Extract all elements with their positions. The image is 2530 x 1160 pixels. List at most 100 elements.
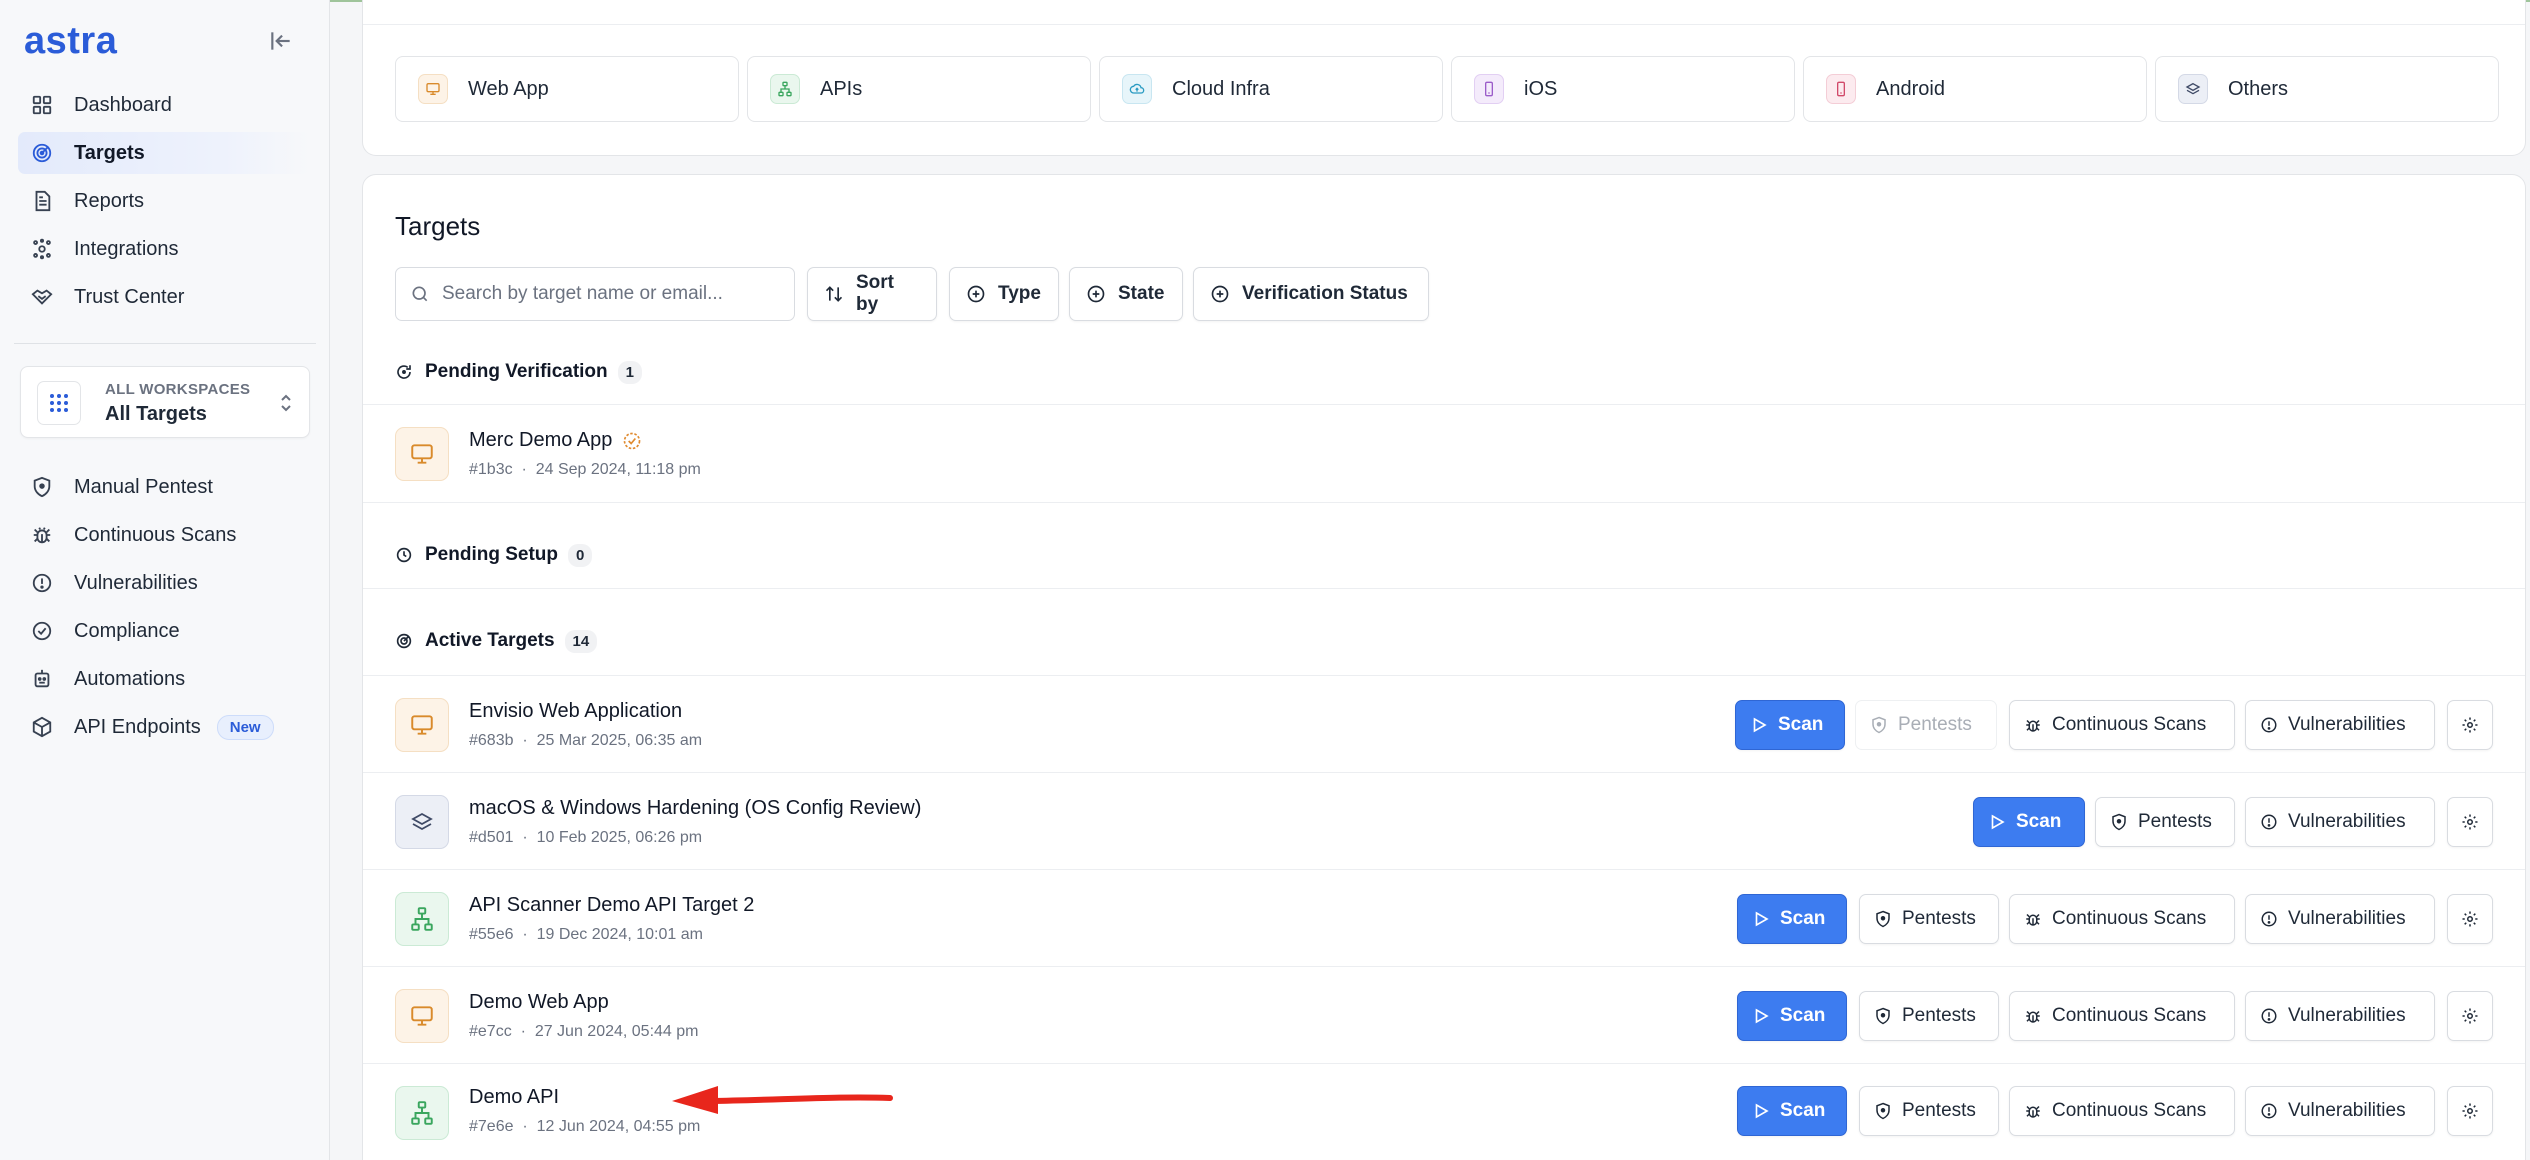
target-date: 24 Sep 2024, 11:18 pm — [535, 461, 701, 478]
meta-separator: · — [520, 1023, 526, 1040]
continuous-scans-button[interactable]: Continuous Scans — [2009, 1086, 2235, 1136]
vulnerabilities-button[interactable]: Vulnerabilities — [2245, 894, 2435, 944]
table-row[interactable]: macOS & Windows Hardening (OS Config Rev… — [363, 773, 2525, 870]
sidebar-item-vulnerabilities[interactable]: Vulnerabilities — [18, 562, 310, 604]
sidebar-item-integrations[interactable]: Integrations — [18, 228, 310, 270]
gear-icon — [2461, 1102, 2479, 1120]
verification-pending-icon — [622, 431, 642, 451]
pentests-button[interactable]: Pentests — [1859, 894, 1999, 944]
api-icon — [395, 892, 449, 946]
category-cloud-infra[interactable]: Cloud Infra — [1099, 56, 1443, 122]
verification-status-filter-button[interactable]: Verification Status — [1193, 267, 1429, 321]
sidebar-item-manual-pentest[interactable]: Manual Pentest — [18, 466, 310, 508]
category-apis[interactable]: APIs — [747, 56, 1091, 122]
sort-by-label: Sort by — [856, 272, 894, 315]
alert-circle-icon — [2260, 813, 2278, 831]
category-others[interactable]: Others — [2155, 56, 2499, 122]
bug-icon — [2024, 910, 2042, 928]
robot-icon — [30, 667, 54, 691]
report-icon — [30, 189, 54, 213]
continuous-scans-label: Continuous Scans — [2052, 1100, 2207, 1121]
target-id: #d501 — [469, 829, 514, 846]
workspace-switcher[interactable]: ALL WORKSPACES All Targets — [20, 366, 310, 438]
search-input[interactable] — [442, 283, 772, 305]
category-android[interactable]: Android — [1803, 56, 2147, 122]
category-web-app[interactable]: Web App — [395, 56, 739, 122]
vulnerabilities-button[interactable]: Vulnerabilities — [2245, 797, 2435, 847]
section-pending-verification[interactable]: Pending Verification 1 — [395, 357, 642, 387]
section-active-targets[interactable]: Active Targets 14 — [395, 626, 598, 656]
search-box[interactable] — [395, 267, 795, 321]
continuous-scans-button[interactable]: Continuous Scans — [2009, 700, 2235, 750]
shield-icon — [1870, 716, 1888, 734]
sidebar-item-dashboard[interactable]: Dashboard — [18, 84, 310, 126]
plus-circle-icon — [966, 284, 986, 304]
settings-button[interactable] — [2447, 797, 2493, 847]
table-row[interactable]: API Scanner Demo API Target 2 #55e6 · 19… — [363, 870, 2525, 967]
scan-button[interactable]: Scan — [1737, 894, 1847, 944]
sidebar-item-trust-center[interactable]: Trust Center — [18, 276, 310, 318]
section-pending-setup[interactable]: Pending Setup 0 — [395, 540, 593, 570]
collapse-sidebar-icon[interactable] — [268, 28, 300, 56]
cube-icon — [30, 715, 54, 739]
continuous-scans-button[interactable]: Continuous Scans — [2009, 991, 2235, 1041]
scan-button[interactable]: Scan — [1973, 797, 2085, 847]
check-circle-icon — [30, 619, 54, 643]
pentests-button[interactable]: Pentests — [2095, 797, 2235, 847]
row-divider — [363, 502, 2525, 503]
layers-icon — [395, 795, 449, 849]
continuous-scans-label: Continuous Scans — [2052, 714, 2207, 735]
sort-by-button[interactable]: Sort by — [807, 267, 937, 321]
sidebar-item-api-endpoints[interactable]: API Endpoints New — [18, 706, 310, 748]
clock-icon — [395, 546, 413, 564]
target-categories-panel: Web App APIs Cloud Infra iOS Android Oth… — [362, 0, 2526, 156]
target-name[interactable]: Envisio Web Application — [469, 700, 682, 723]
target-name[interactable]: Demo API — [469, 1086, 559, 1109]
monitor-icon — [395, 698, 449, 752]
sidebar-item-reports[interactable]: Reports — [18, 180, 310, 222]
state-filter-button[interactable]: State — [1069, 267, 1183, 321]
table-row[interactable]: Merc Demo App #1b3c · 24 Sep 2024, 11:18… — [363, 405, 2525, 502]
settings-button[interactable] — [2447, 1086, 2493, 1136]
integrations-icon — [30, 237, 54, 261]
target-meta: #55e6 · 19 Dec 2024, 10:01 am — [469, 926, 703, 944]
target-name[interactable]: macOS & Windows Hardening (OS Config Rev… — [469, 797, 921, 820]
vulnerabilities-button[interactable]: Vulnerabilities — [2245, 700, 2435, 750]
type-filter-button[interactable]: Type — [949, 267, 1059, 321]
settings-button[interactable] — [2447, 700, 2493, 750]
settings-button[interactable] — [2447, 894, 2493, 944]
sidebar-item-label: Compliance — [74, 619, 180, 642]
target-name[interactable]: Demo Web App — [469, 991, 609, 1014]
sidebar-item-label: API Endpoints — [74, 715, 201, 738]
pentests-button[interactable]: Pentests — [1859, 991, 1999, 1041]
phone-icon — [1474, 74, 1504, 104]
state-filter-label: State — [1118, 283, 1165, 304]
sidebar-item-label: Manual Pentest — [74, 475, 213, 498]
sidebar-item-compliance[interactable]: Compliance — [18, 610, 310, 652]
scan-button[interactable]: Scan — [1735, 700, 1845, 750]
vulnerabilities-label: Vulnerabilities — [2288, 714, 2406, 735]
pentests-button[interactable]: Pentests — [1855, 700, 1997, 750]
sidebar-item-automations[interactable]: Automations — [18, 658, 310, 700]
settings-button[interactable] — [2447, 991, 2493, 1041]
panel-divider — [363, 24, 2525, 25]
scan-button[interactable]: Scan — [1737, 991, 1847, 1041]
sidebar-item-continuous-scans[interactable]: Continuous Scans — [18, 514, 310, 556]
grid-dots-icon — [37, 381, 81, 425]
table-row[interactable]: Envisio Web Application #683b · 25 Mar 2… — [363, 676, 2525, 773]
scan-button[interactable]: Scan — [1737, 1086, 1847, 1136]
category-label: Others — [2228, 77, 2289, 100]
vulnerabilities-button[interactable]: Vulnerabilities — [2245, 991, 2435, 1041]
category-ios[interactable]: iOS — [1451, 56, 1795, 122]
target-name[interactable]: API Scanner Demo API Target 2 — [469, 894, 754, 917]
target-name[interactable]: Merc Demo App — [469, 429, 612, 452]
vulnerabilities-button[interactable]: Vulnerabilities — [2245, 1086, 2435, 1136]
table-row[interactable]: Demo Web App #e7cc · 27 Jun 2024, 05:44 … — [363, 967, 2525, 1064]
continuous-scans-button[interactable]: Continuous Scans — [2009, 894, 2235, 944]
target-id: #1b3c — [469, 461, 513, 478]
verification-status-label: Verification Status — [1242, 283, 1408, 304]
astra-logo[interactable]: astra — [24, 20, 117, 63]
play-icon — [1752, 1102, 1770, 1120]
pentests-button[interactable]: Pentests — [1859, 1086, 1999, 1136]
sidebar-item-targets[interactable]: Targets — [18, 132, 310, 174]
